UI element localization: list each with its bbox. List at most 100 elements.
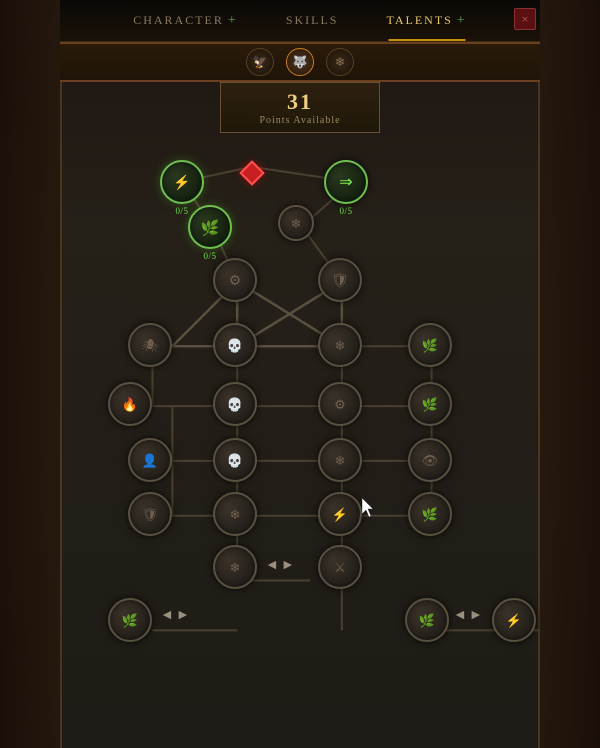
node-circle-24: ❄ bbox=[213, 545, 257, 589]
header-strip: 🦅 🐺 ❄ bbox=[60, 42, 540, 82]
svg-text:🕷: 🕷 bbox=[142, 338, 159, 353]
node-20[interactable]: 🛡 bbox=[128, 492, 172, 536]
svg-text:🌿: 🌿 bbox=[201, 219, 220, 237]
close-button[interactable]: × bbox=[514, 8, 536, 30]
node-circle-15: 🌿 bbox=[408, 382, 452, 426]
character-plus-icon[interactable]: + bbox=[228, 13, 238, 29]
nav-bar: CHARACTER + SKILLS TALENTS + bbox=[60, 0, 540, 42]
node-circle-7: 🛡 bbox=[318, 258, 362, 302]
svg-text:🌿: 🌿 bbox=[422, 397, 438, 412]
node-10[interactable]: ❄ bbox=[318, 323, 362, 367]
node-circle-6: ⚙ bbox=[213, 258, 257, 302]
svg-text:❄: ❄ bbox=[230, 507, 241, 522]
talents-plus-icon[interactable]: + bbox=[457, 13, 467, 29]
nav-skills[interactable]: SKILLS bbox=[262, 0, 363, 41]
node-4[interactable]: 🌿 0/5 bbox=[188, 205, 232, 261]
node-circle-16: 👤 bbox=[128, 438, 172, 482]
node-circle-20: 🛡 bbox=[128, 492, 172, 536]
svg-text:🌿: 🌿 bbox=[122, 613, 138, 628]
svg-text:🌿: 🌿 bbox=[422, 507, 438, 522]
node-circle-17: 💀 bbox=[213, 438, 257, 482]
arrow-connector-3: ◄ ► bbox=[453, 608, 483, 624]
node-circle-12: 🔥 bbox=[108, 382, 152, 426]
node-22[interactable]: ⚡ bbox=[318, 492, 362, 536]
svg-text:❄: ❄ bbox=[335, 453, 346, 468]
svg-text:🛡: 🛡 bbox=[331, 273, 349, 289]
node-14[interactable]: ⚙ bbox=[318, 382, 362, 426]
node-circle-3: ⇒ bbox=[324, 160, 368, 204]
svg-text:💀: 💀 bbox=[227, 397, 243, 412]
arrow-connector-2: ◄ ► bbox=[160, 608, 190, 624]
node-circle-27: 🌿 bbox=[108, 598, 152, 642]
node-9[interactable]: 💀 bbox=[213, 323, 257, 367]
svg-text:❄: ❄ bbox=[291, 216, 302, 231]
node-3[interactable]: ⇒ 0/5 bbox=[324, 160, 368, 216]
svg-text:⇒: ⇒ bbox=[339, 174, 352, 191]
svg-text:🔥: 🔥 bbox=[122, 397, 138, 412]
svg-text:💀: 💀 bbox=[227, 338, 243, 353]
node-13[interactable]: 💀 bbox=[213, 382, 257, 426]
diamond-node[interactable] bbox=[243, 164, 261, 182]
node-7[interactable]: 🛡 bbox=[318, 258, 362, 302]
node-label-3: 0/5 bbox=[339, 206, 352, 216]
svg-text:⚙: ⚙ bbox=[334, 397, 346, 412]
node-8[interactable]: 🕷 bbox=[128, 323, 172, 367]
nav-talents[interactable]: TALENTS + bbox=[362, 0, 490, 41]
node-label-1: 0/5 bbox=[175, 206, 188, 216]
node-16[interactable]: 👤 bbox=[128, 438, 172, 482]
svg-text:⚡: ⚡ bbox=[332, 507, 348, 523]
node-circle-13: 💀 bbox=[213, 382, 257, 426]
node-6[interactable]: ⚙ bbox=[213, 258, 257, 302]
svg-text:❄: ❄ bbox=[335, 338, 346, 353]
svg-text:⚙: ⚙ bbox=[229, 274, 242, 289]
node-19[interactable]: 👁 bbox=[408, 438, 452, 482]
nav-character[interactable]: CHARACTER + bbox=[109, 0, 262, 41]
arrow-connector-1: ◄ ► bbox=[265, 558, 295, 574]
node-29[interactable]: 🌿 bbox=[405, 598, 449, 642]
node-circle-21: ❄ bbox=[213, 492, 257, 536]
node-circle-10: ❄ bbox=[318, 323, 362, 367]
node-27[interactable]: 🌿 bbox=[108, 598, 152, 642]
node-circle-26: ⚔ bbox=[318, 545, 362, 589]
node-12[interactable]: 🔥 bbox=[108, 382, 152, 426]
node-18[interactable]: ❄ bbox=[318, 438, 362, 482]
node-circle-14: ⚙ bbox=[318, 382, 362, 426]
points-label: Points Available bbox=[233, 115, 367, 126]
points-box: 31 Points Available bbox=[220, 82, 380, 133]
node-circle-31: ⚡ bbox=[492, 598, 536, 642]
points-value: 31 bbox=[233, 89, 367, 115]
header-icons: 🦅 🐺 ❄ bbox=[246, 48, 354, 76]
svg-text:❄: ❄ bbox=[230, 560, 241, 575]
node-circle-19: 👁 bbox=[408, 438, 452, 482]
node-circle-8: 🕷 bbox=[128, 323, 172, 367]
svg-text:💀: 💀 bbox=[227, 453, 243, 468]
node-circle-1: ⚡ bbox=[160, 160, 204, 204]
svg-text:🛡: 🛡 bbox=[142, 507, 159, 522]
svg-text:🌿: 🌿 bbox=[422, 338, 438, 353]
svg-text:👁: 👁 bbox=[422, 453, 439, 468]
node-circle-11: 🌿 bbox=[408, 323, 452, 367]
node-circle-29: 🌿 bbox=[405, 598, 449, 642]
node-circle-23: 🌿 bbox=[408, 492, 452, 536]
svg-text:👤: 👤 bbox=[142, 453, 158, 468]
node-11[interactable]: 🌿 bbox=[408, 323, 452, 367]
svg-text:⚔: ⚔ bbox=[334, 560, 346, 575]
svg-text:⚡: ⚡ bbox=[506, 613, 522, 629]
node-17[interactable]: 💀 bbox=[213, 438, 257, 482]
svg-text:🌿: 🌿 bbox=[419, 613, 435, 628]
node-15[interactable]: 🌿 bbox=[408, 382, 452, 426]
node-21[interactable]: ❄ bbox=[213, 492, 257, 536]
node-circle-4: 🌿 bbox=[188, 205, 232, 249]
node-26[interactable]: ⚔ bbox=[318, 545, 362, 589]
node-24[interactable]: ❄ bbox=[213, 545, 257, 589]
node-circle-22: ⚡ bbox=[318, 492, 362, 536]
header-icon-3: ❄ bbox=[326, 48, 354, 76]
header-icon-1: 🦅 bbox=[246, 48, 274, 76]
node-31[interactable]: ⚡ bbox=[492, 598, 536, 642]
node-circle-9: 💀 bbox=[213, 323, 257, 367]
svg-text:⚡: ⚡ bbox=[173, 174, 190, 191]
talent-canvas: .conn { stroke: #4a4030; stroke-width: 2… bbox=[60, 130, 540, 748]
node-circle-18: ❄ bbox=[318, 438, 362, 482]
node-23[interactable]: 🌿 bbox=[408, 492, 452, 536]
node-5[interactable]: ❄ bbox=[278, 205, 314, 241]
